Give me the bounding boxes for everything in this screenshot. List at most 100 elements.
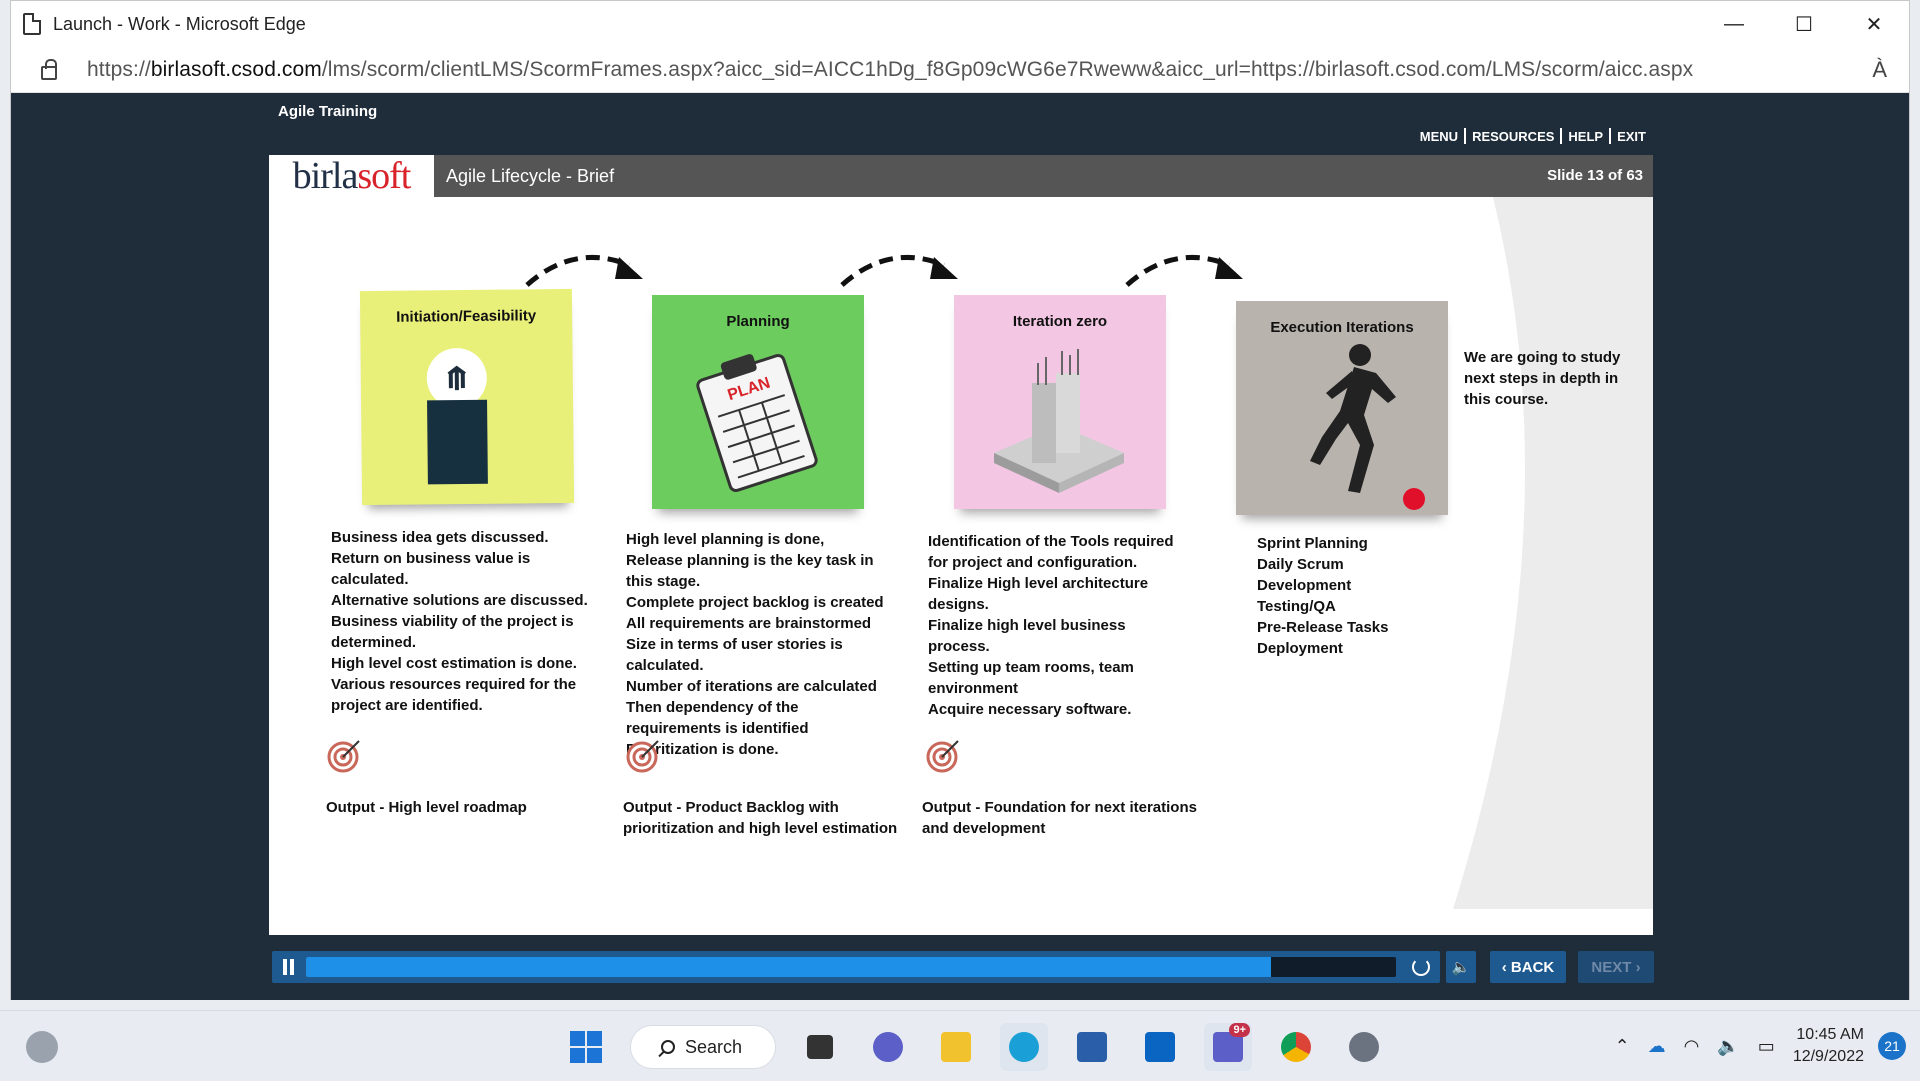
menu-link[interactable]: MENU [1420,129,1458,144]
slide-title: Agile Lifecycle - Brief [446,165,615,186]
settings-icon[interactable] [1340,1023,1388,1071]
taskbar-search[interactable]: Search [630,1025,776,1069]
notification-badge[interactable]: 21 [1878,1032,1906,1060]
runner-icon [1310,344,1425,510]
dashed-arrow-2 [840,254,958,287]
step-line: Various resources required for the [331,676,577,693]
exit-link[interactable]: EXIT [1617,129,1646,144]
clock-date: 12/9/2022 [1792,1048,1864,1065]
step-line: Deployment [1257,640,1343,657]
output-line: prioritization and high level estimation [623,820,898,837]
step-line: Finalize high level business [928,617,1126,634]
chrome-icon[interactable] [1272,1023,1320,1071]
phase-steps-iteration-zero: Identification of the Tools required for… [928,531,1174,720]
file-explorer-icon[interactable] [932,1023,980,1071]
output-line: Output - High level roadmap [326,799,527,816]
outlook-icon[interactable] [1136,1023,1184,1071]
dashed-arrow-3 [1125,254,1243,287]
background-curve [1453,197,1653,909]
phase-output-iteration-zero: Output - Foundation for next iterations … [922,797,1197,839]
phase-title: Initiation/Feasibility [396,307,537,326]
wifi-icon[interactable]: ◠ [1684,1036,1700,1057]
teams-icon[interactable]: 9+ [1204,1023,1252,1071]
step-line: High level planning is done, [626,531,825,548]
output-line: Output - Product Backlog with [623,799,839,816]
close-button[interactable]: ✕ [1839,1,1909,47]
birlasoft-logo: birla soft [269,155,434,197]
step-line: process. [928,638,990,655]
link-divider [1609,128,1612,144]
dashed-arrow-1 [525,254,643,287]
taskbar-apps: Search 9+ [562,1023,1388,1071]
chevron-up-icon[interactable]: ⌃ [1615,1036,1630,1057]
phase-title: Execution Iterations [1270,319,1414,336]
target-icon [926,740,959,773]
minimize-button[interactable]: — [1699,1,1769,47]
target-icon [327,740,360,773]
browser-window: Launch - Work - Microsoft Edge — ☐ ✕ htt… [10,0,1910,1000]
step-line: determined. [331,634,417,651]
step-line: Development [1257,577,1352,594]
slide-counter: Slide 13 of 63 [1547,167,1643,184]
resources-link[interactable]: RESOURCES [1472,129,1554,144]
edge-icon[interactable] [1000,1023,1048,1071]
study-note: We are going to study next steps in dept… [1464,349,1621,408]
step-line: Acquire necessary software. [928,701,1132,718]
step-line: Sprint Planning [1257,535,1368,552]
phase-steps-planning: High level planning is done, Release pla… [626,529,884,760]
step-line: Prioritization is done. [626,741,779,758]
help-link[interactable]: HELP [1568,129,1603,144]
battery-icon[interactable]: ▭ [1758,1036,1775,1057]
playback-bar [272,951,1440,983]
step-line: Release planning is the key task in [626,552,874,569]
phase-output-planning: Output - Product Backlog with prioritiza… [623,797,897,839]
task-view-icon[interactable] [796,1023,844,1071]
url-path: /lms/scorm/clientLMS/ScormFrames.aspx?ai… [321,57,1694,81]
foundation-pillars-icon [994,349,1124,493]
weather-icon[interactable] [26,1031,58,1063]
slide: birla soft Agile Lifecycle - Brief Slide … [269,155,1653,935]
url-text[interactable]: https://birlasoft.csod.com/lms/scorm/cli… [87,58,1693,82]
step-line: Business idea gets discussed. [331,529,549,546]
step-line: calculated. [331,571,409,588]
phase-steps-initiation: Business idea gets discussed. Return on … [331,527,588,716]
step-line: Identification of the Tools required [928,533,1174,550]
store-icon[interactable] [1068,1023,1116,1071]
start-button[interactable] [562,1023,610,1071]
clock[interactable]: 10:45 AM 12/9/2022 [1793,1024,1864,1068]
lightbulb-icon [426,348,488,485]
chat-icon[interactable] [864,1023,912,1071]
progress-track[interactable] [306,957,1396,977]
url-host: birlasoft.csod.com [150,57,322,81]
next-button[interactable]: NEXT › [1578,951,1654,983]
address-bar[interactable]: https://birlasoft.csod.com/lms/scorm/cli… [11,47,1909,93]
phase-steps-execution: Sprint Planning Daily Scrum Development … [1257,533,1388,659]
maximize-button[interactable]: ☐ [1769,1,1839,47]
window-controls: — ☐ ✕ [1699,1,1909,47]
taskbar: Search 9+ ⌃ ☁ ◠ 🔈 ▭ 10:45 AM 12/9/2022 2… [0,1010,1920,1080]
step-line: for project and configuration. [928,554,1138,571]
back-button[interactable]: ‹ BACK [1490,951,1566,983]
window-title: Launch - Work - Microsoft Edge [53,13,306,34]
step-line: requirements is identified [626,720,809,737]
clipboard-plan-icon: PLAN [696,353,818,493]
step-line: Number of iterations are calculated [626,678,877,695]
step-line: designs. [928,596,989,613]
step-line: High level cost estimation is done. [331,655,577,672]
volume-button[interactable]: 🔈 [1446,951,1476,983]
search-icon [661,1040,675,1054]
logo-accent: soft [357,155,411,197]
onedrive-icon[interactable]: ☁ [1648,1036,1666,1057]
slide-header: birla soft Agile Lifecycle - Brief Slide … [269,155,1653,197]
phase-output-initiation: Output - High level roadmap [326,797,527,818]
step-line: Then dependency of the [626,699,799,716]
lock-icon[interactable] [41,58,57,80]
link-divider [1560,128,1563,144]
search-label: Search [685,1036,743,1057]
step-line: Testing/QA [1257,598,1336,615]
volume-icon[interactable]: 🔈 [1717,1036,1739,1057]
pause-button[interactable] [282,959,296,975]
read-aloud-icon[interactable]: À [1872,57,1887,83]
replay-icon[interactable] [1412,958,1430,976]
phase-card-planning: Planning PLAN [652,295,864,509]
